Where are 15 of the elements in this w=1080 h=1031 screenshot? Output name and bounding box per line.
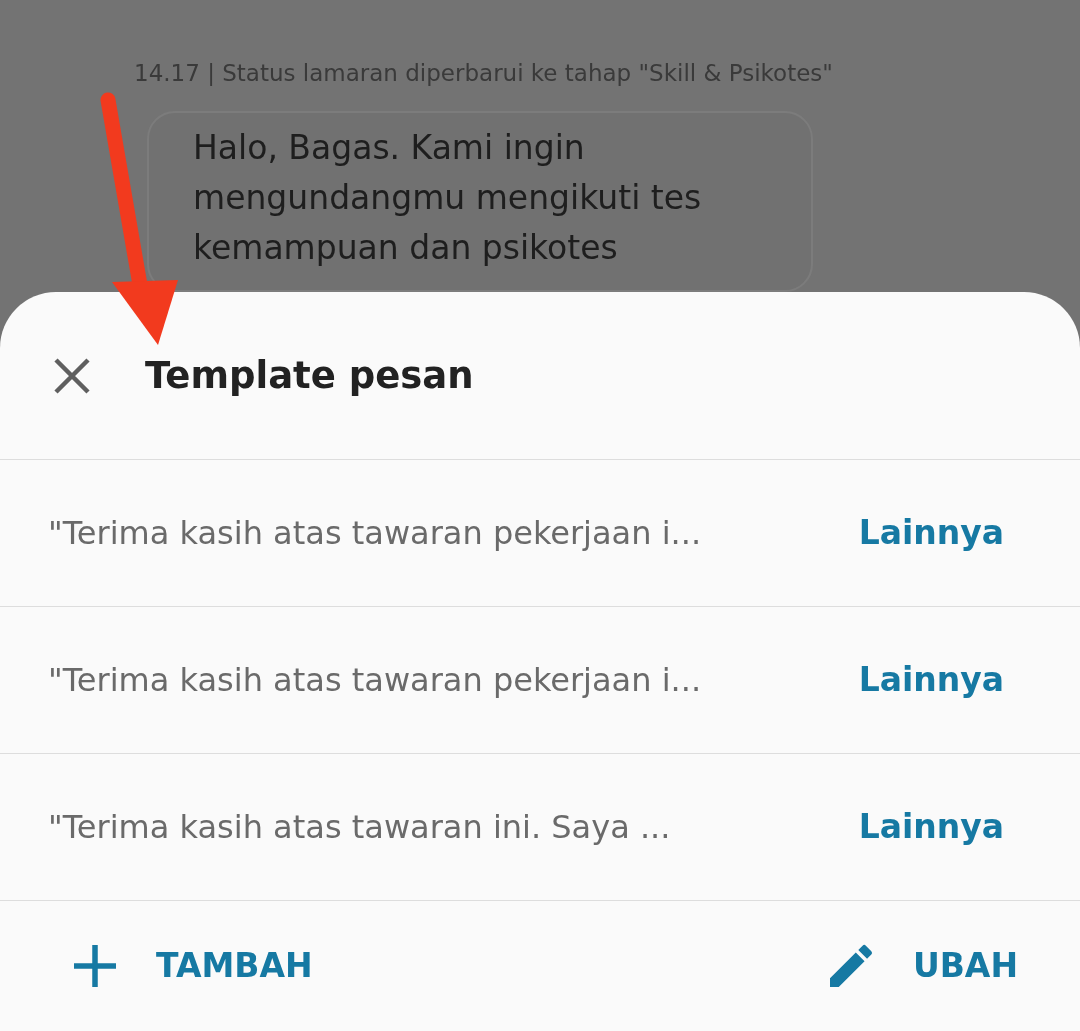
more-link[interactable]: Lainnya [858,802,1004,852]
message-line: Halo, Bagas. Kami ingin [193,126,586,169]
plus-icon [72,943,118,989]
sheet-title: Template pesan [145,352,474,399]
message-line: mengundangmu mengikuti tes [193,176,703,219]
template-text[interactable]: "Terima kasih atas tawaran pekerjaan i... [48,656,702,704]
add-button[interactable]: TAMBAH [72,941,313,991]
message-line: kemampuan dan psikotes [193,226,619,269]
more-link[interactable]: Lainnya [858,655,1004,705]
template-text[interactable]: "Terima kasih atas tawaran ini. Saya ... [48,803,671,851]
status-message: 14.17 | Status lamaran diperbarui ke tahap "Skill & Psikotes" [134,59,833,88]
template-text[interactable]: "Terima kasih atas tawaran pekerjaan i... [48,509,702,557]
close-icon [53,356,91,395]
edit-button[interactable]: UBAH [822,938,1018,994]
more-link[interactable]: Lainnya [858,508,1004,558]
